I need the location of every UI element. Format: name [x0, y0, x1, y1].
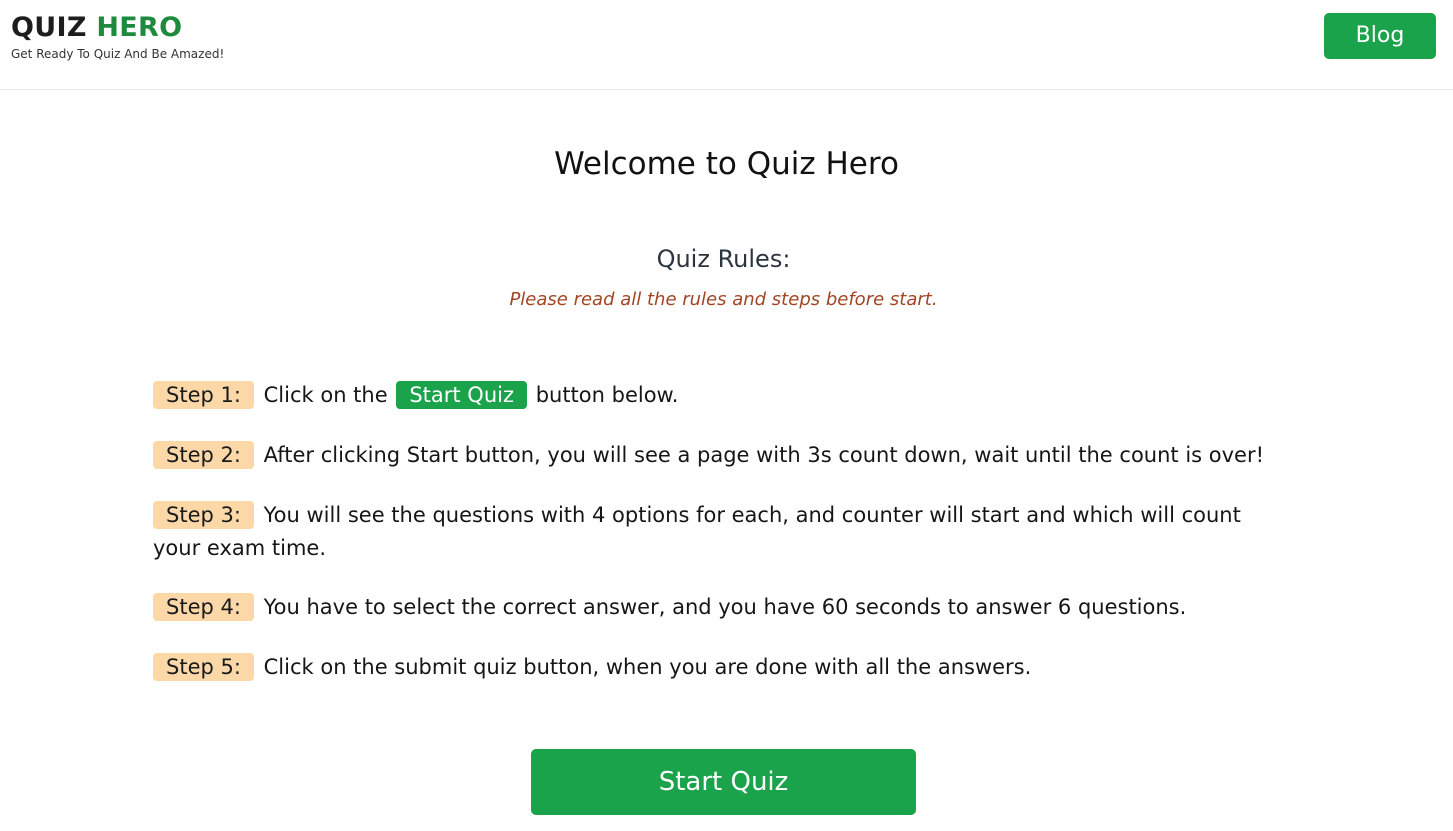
step-text: After clicking Start button, you will se… [263, 443, 1265, 467]
step-text: button below. [535, 383, 679, 407]
step-badge: Step 2: [153, 441, 254, 469]
step-3: Step 3: You will see the questions with … [153, 499, 1283, 565]
step-text: You have to select the correct answer, a… [263, 595, 1187, 619]
step-text: Click on the submit quiz button, when yo… [263, 655, 1032, 679]
brand-logo[interactable]: QUIZ HERO [11, 12, 224, 44]
steps-list: Step 1: Click on the Start Quiz button b… [153, 379, 1283, 711]
start-quiz-button[interactable]: Start Quiz [531, 749, 916, 815]
step-badge: Step 3: [153, 501, 254, 529]
step-badge: Step 4: [153, 593, 254, 621]
site-header: QUIZ HERO Get Ready To Quiz And Be Amaze… [0, 0, 1453, 90]
page-title: Welcome to Quiz Hero [554, 146, 899, 182]
step-2: Step 2: After clicking Start button, you… [153, 439, 1283, 472]
brand[interactable]: QUIZ HERO Get Ready To Quiz And Be Amaze… [11, 12, 224, 61]
step-4: Step 4: You have to select the correct a… [153, 591, 1283, 624]
brand-logo-quiz: QUIZ [11, 12, 87, 43]
brand-tagline: Get Ready To Quiz And Be Amazed! [11, 47, 225, 61]
inline-start-quiz-button[interactable]: Start Quiz [396, 381, 527, 409]
step-5: Step 5: Click on the submit quiz button,… [153, 651, 1283, 684]
blog-button[interactable]: Blog [1324, 13, 1436, 59]
brand-logo-hero: HERO [96, 12, 183, 43]
rules-note: Please read all the rules and steps befo… [509, 289, 938, 310]
step-1: Step 1: Click on the Start Quiz button b… [153, 379, 1283, 412]
step-badge: Step 1: [153, 381, 254, 409]
rules-heading: Quiz Rules: [656, 245, 791, 273]
step-text: You will see the questions with 4 option… [153, 503, 1241, 560]
step-text: Click on the [263, 383, 388, 407]
step-badge: Step 5: [153, 653, 254, 681]
